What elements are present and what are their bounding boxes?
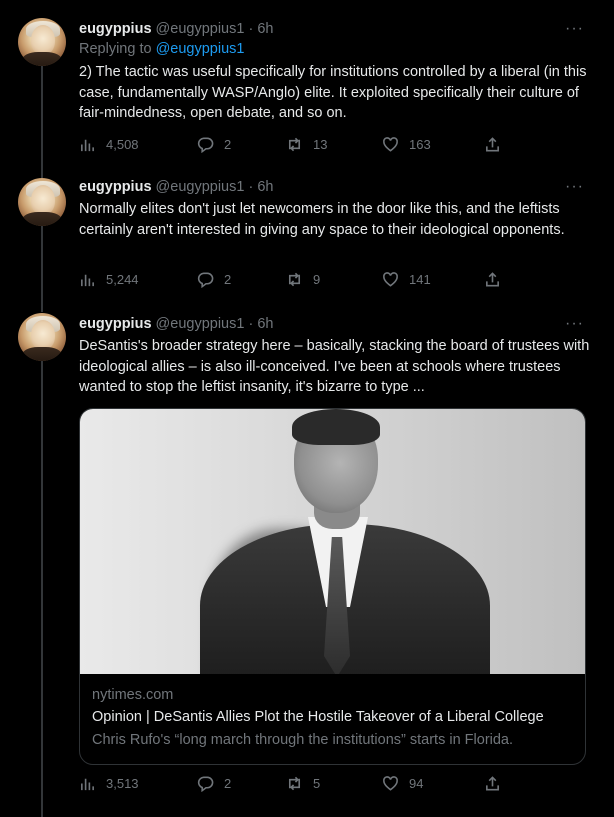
share-icon [486,137,499,152]
card-description: Chris Rufo's “long march through the ins… [92,732,514,748]
heart-icon [383,137,398,152]
retweet-icon [288,137,301,152]
reply-button[interactable]: 2 [197,136,231,153]
timestamp[interactable]: · 6h [248,21,273,37]
avatar[interactable] [18,18,66,66]
more-options-icon[interactable]: ··· [565,315,584,333]
comment-icon [197,776,214,792]
article-photo[interactable] [80,409,585,674]
author-name[interactable]: eugyppius [79,316,152,332]
reply-count: 2 [224,272,232,287]
share-icon [486,776,499,791]
replying-to: Replying to @eugyppius1 [79,41,244,57]
share-icon [486,272,499,287]
reply-button[interactable]: 2 [197,271,231,288]
author-name[interactable]: eugyppius [79,21,152,37]
views-count: 4,508 [106,137,139,152]
tweet-actions: 3,513 2 5 94 [79,775,509,795]
avatar[interactable] [18,313,66,361]
tweet-actions: 5,244 2 9 141 [79,271,509,291]
like-count: 141 [409,272,431,287]
reply-button[interactable]: 2 [197,775,231,792]
like-count: 163 [409,137,431,152]
replying-to-link[interactable]: @eugyppius1 [156,41,245,57]
share-button[interactable] [484,775,501,792]
author-handle[interactable]: @eugyppius1 [156,179,245,195]
views-button[interactable]: 5,244 [79,271,139,288]
heart-icon [383,776,398,791]
tweet-text: Normally elites don't just let newcomers… [79,201,565,238]
retweet-icon [288,776,301,791]
heart-icon [383,272,398,287]
retweet-icon [288,272,301,287]
reply-count: 2 [224,137,232,152]
retweet-button[interactable]: 9 [286,271,320,288]
tweet-header: eugyppius @eugyppius1 · 6h [79,178,273,196]
tweet-header: eugyppius @eugyppius1 · 6h [79,315,273,333]
tweet-header: eugyppius @eugyppius1 · 6h [79,20,273,38]
link-preview-card[interactable]: nytimes.com Opinion | DeSantis Allies Pl… [79,408,586,765]
retweet-count: 5 [313,776,321,791]
retweet-button[interactable]: 5 [286,775,320,792]
views-count: 5,244 [106,272,139,287]
avatar[interactable] [18,178,66,226]
author-handle[interactable]: @eugyppius1 [156,316,245,332]
retweet-count: 13 [313,137,328,152]
tweet-text: DeSantis's broader strategy here – basic… [79,338,590,395]
tweet[interactable]: eugyppius @eugyppius1 · 6h ··· Normally … [0,170,614,305]
share-button[interactable] [484,271,501,288]
reply-count: 2 [224,776,232,791]
retweet-button[interactable]: 13 [286,136,327,153]
comment-icon [197,137,214,153]
timestamp[interactable]: · 6h [248,316,273,332]
tweet-text: 2) The tactic was useful specifically fo… [79,64,587,121]
card-title[interactable]: Opinion | DeSantis Allies Plot the Hosti… [92,709,544,725]
like-button[interactable]: 141 [382,271,431,288]
like-button[interactable]: 94 [382,775,423,792]
views-count: 3,513 [106,776,139,791]
like-button[interactable]: 163 [382,136,431,153]
share-button[interactable] [484,136,501,153]
replying-label: Replying to [79,41,152,57]
views-button[interactable]: 4,508 [79,136,139,153]
bar-chart-icon [81,778,94,791]
tweet[interactable]: eugyppius @eugyppius1 · 6h ··· Replying … [0,0,614,170]
card-domain: nytimes.com [92,687,174,703]
more-options-icon[interactable]: ··· [565,20,584,38]
author-handle[interactable]: @eugyppius1 [156,21,245,37]
author-name[interactable]: eugyppius [79,179,152,195]
more-options-icon[interactable]: ··· [565,178,584,196]
bar-chart-icon [81,139,94,152]
timestamp[interactable]: · 6h [248,179,273,195]
comment-icon [197,272,214,288]
retweet-count: 9 [313,272,321,287]
views-button[interactable]: 3,513 [79,775,139,792]
tweet-actions: 4,508 2 13 163 [79,136,509,156]
like-count: 94 [409,776,424,791]
bar-chart-icon [81,274,94,287]
